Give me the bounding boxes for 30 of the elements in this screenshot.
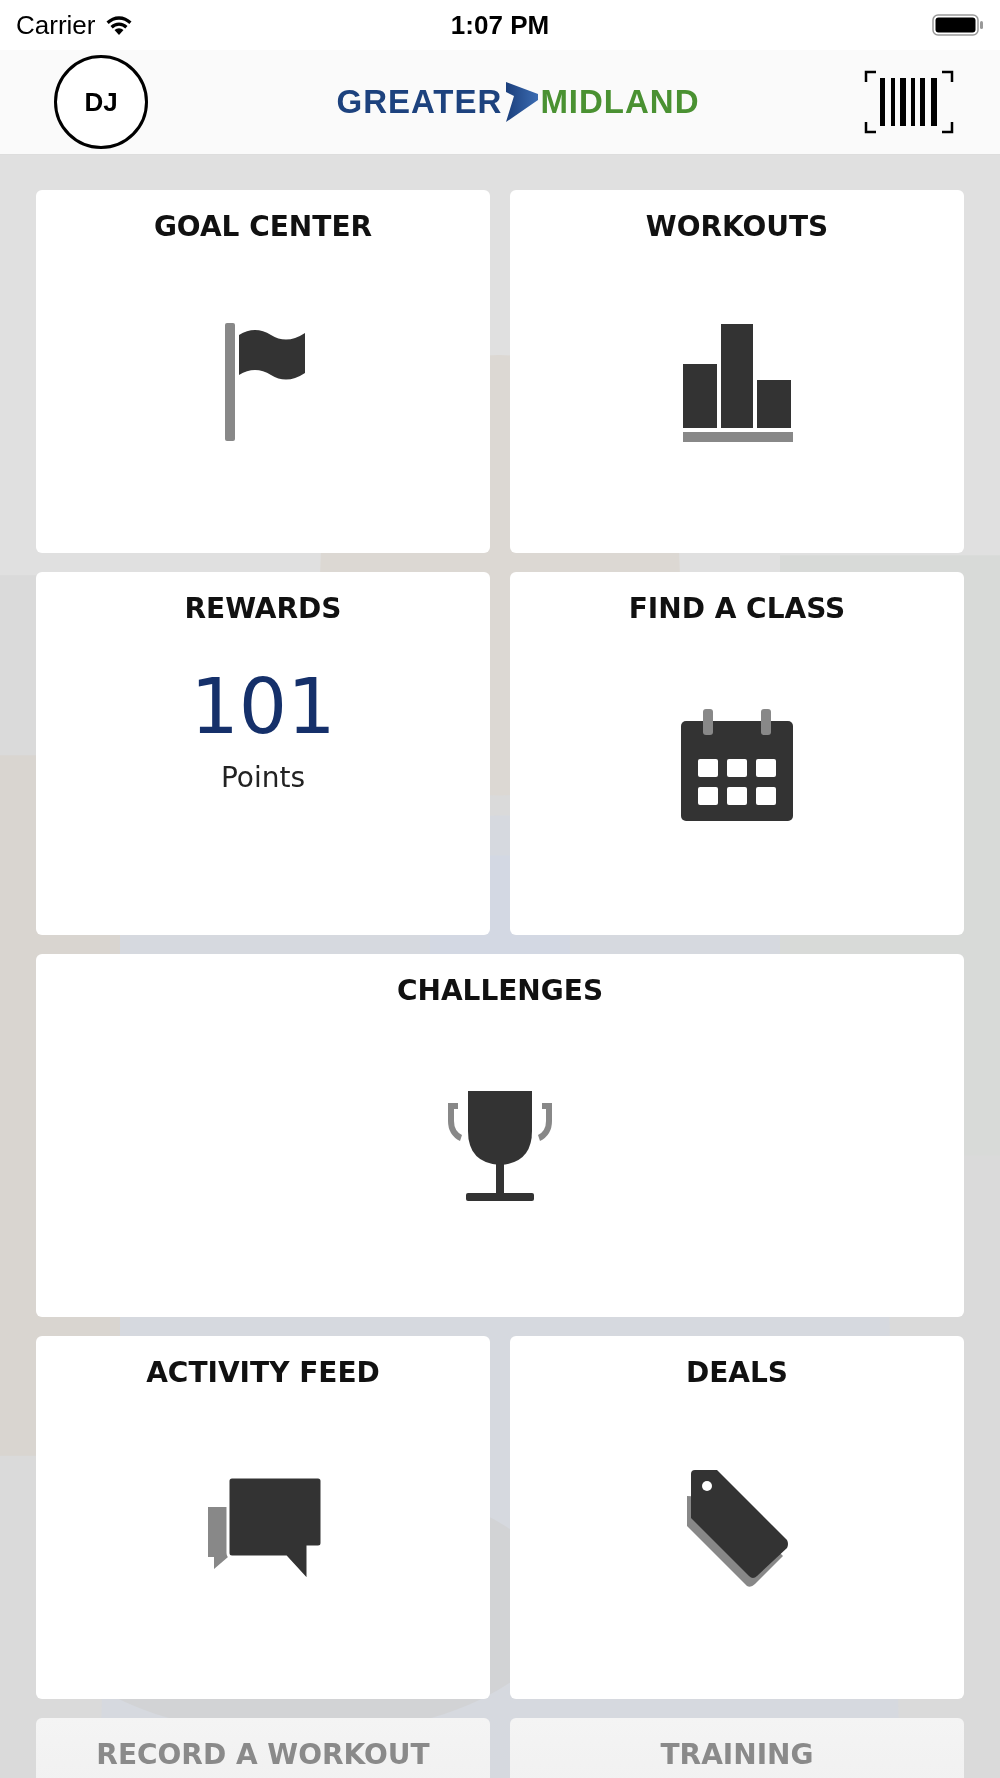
tile-title: REWARDS [184, 592, 342, 625]
calendar-icon [681, 709, 793, 821]
tile-title: FIND A CLASS [628, 592, 846, 625]
battery-icon [932, 14, 984, 36]
profile-avatar[interactable]: DJ [54, 55, 148, 149]
menu-tile[interactable]: ACTIVITY FEED [36, 1336, 490, 1699]
tile-title: WORKOUTS [645, 210, 829, 243]
tile-title: DEALS [685, 1356, 788, 1389]
tile-title: RECORD A WORKOUT [96, 1738, 430, 1771]
bar-chart-icon [681, 324, 793, 442]
points-value: 101 [190, 669, 336, 745]
tag-icon [685, 1470, 789, 1588]
logo-text: MIDLAND [540, 83, 700, 121]
tile-title: CHALLENGES [396, 974, 604, 1007]
menu-tile[interactable]: CHALLENGES [36, 954, 964, 1317]
wifi-icon [105, 15, 134, 35]
logo-text: GREATER [336, 83, 503, 121]
tile-title: ACTIVITY FEED [146, 1356, 380, 1389]
clock-time: 1:07 PM [450, 9, 550, 41]
menu-tile[interactable]: FIND A CLASS [510, 572, 964, 935]
points-label: Points [220, 761, 306, 794]
tile-title: GOAL CENTER [153, 210, 373, 243]
chevron-icon [504, 82, 539, 122]
carrier-name: Carrier [16, 9, 96, 41]
menu-tile[interactable]: WORKOUTS [510, 190, 964, 553]
menu-tile[interactable]: DEALS [510, 1336, 964, 1699]
barcode-scan-icon[interactable] [864, 70, 954, 134]
tile-title: TRAINING [660, 1738, 814, 1771]
menu-tile[interactable]: GOAL CENTER [36, 190, 490, 553]
menu-tile[interactable]: REWARDS 101 Points [36, 572, 490, 935]
